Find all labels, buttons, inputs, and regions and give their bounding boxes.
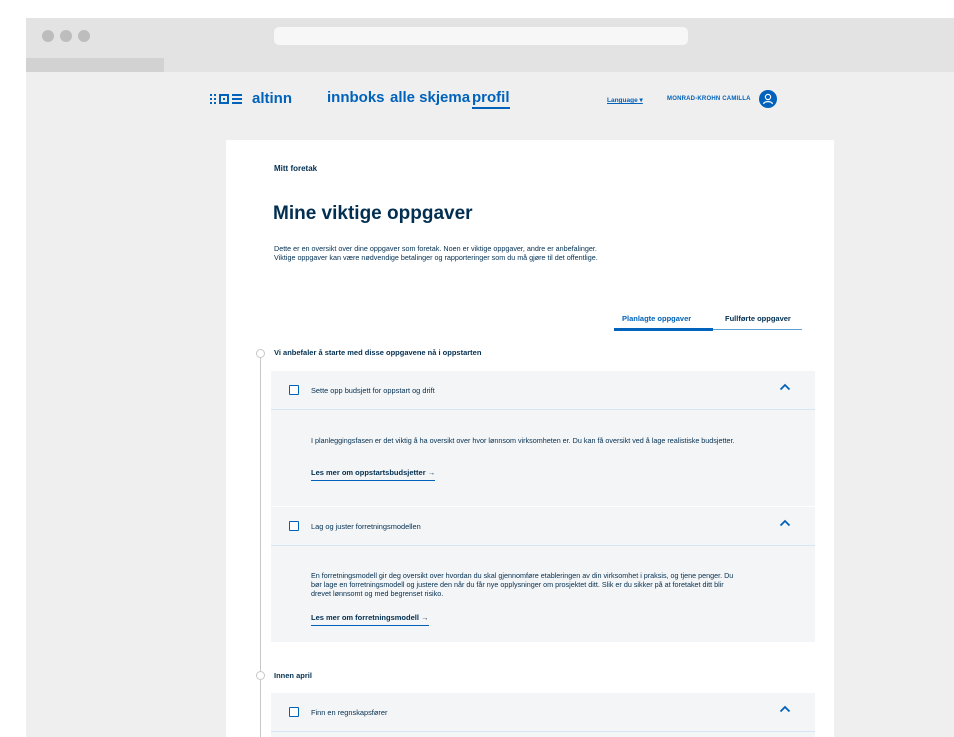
tab-active-indicator <box>614 328 713 331</box>
task-read-more-link[interactable]: Les mer om oppstartsbudsjetter → <box>311 468 436 481</box>
task-header[interactable]: Sette opp budsjett for oppstart og drift <box>271 371 815 410</box>
task-checkbox[interactable] <box>289 385 299 395</box>
task-item: Finn en regnskapsfører <box>271 693 815 737</box>
task-header[interactable]: Finn en regnskapsfører <box>271 693 815 732</box>
page-eyebrow: Mitt foretak <box>274 164 318 173</box>
task-checkbox[interactable] <box>289 521 299 531</box>
language-label: Language <box>607 97 638 104</box>
tab-planlagte[interactable]: Planlagte oppgaver <box>622 314 691 323</box>
user-icon <box>762 93 774 105</box>
tab-fullforte[interactable]: Fullførte oppgaver <box>725 314 791 323</box>
altinn-logo[interactable]: altinn <box>210 90 292 107</box>
altinn-logo-icon <box>210 93 242 104</box>
nav-link-alle-skjema[interactable]: alle skjema <box>390 89 470 106</box>
task-checkbox[interactable] <box>289 707 299 717</box>
page-title: Mine viktige oppgaver <box>273 203 473 224</box>
task-description: I planleggingsfasen er det viktig å ha o… <box>311 436 735 445</box>
main-card: Mitt foretak Mine viktige oppgaver Dette… <box>226 140 834 737</box>
window-minimize-dot[interactable] <box>60 30 72 42</box>
nav-link-profil[interactable]: profil <box>472 89 510 109</box>
task-tabs: Planlagte oppgaver Fullførte oppgaver <box>614 314 802 334</box>
task-title: Finn en regnskapsfører <box>311 708 388 717</box>
logo-text: altinn <box>252 90 292 107</box>
browser-tab[interactable] <box>26 58 164 72</box>
chevron-up-icon[interactable] <box>779 383 791 391</box>
task-description: En forretningsmodell gir deg oversikt ov… <box>311 571 734 598</box>
page-lead: Dette er en oversikt over dine oppgaver … <box>274 244 598 262</box>
task-read-more-link[interactable]: Les mer om forretningsmodell → <box>311 613 429 626</box>
browser-window: altinn innboks alle skjema profil Langua… <box>26 18 954 737</box>
timeline-dot <box>256 349 265 358</box>
chevron-up-icon[interactable] <box>779 705 791 713</box>
top-navigation: altinn innboks alle skjema profil Langua… <box>26 72 954 132</box>
language-selector[interactable]: Language ▾ <box>607 96 643 104</box>
address-bar[interactable] <box>274 27 688 45</box>
task-header[interactable]: Lag og juster forretningsmodellen <box>271 507 815 546</box>
task-title: Lag og juster forretningsmodellen <box>311 522 421 531</box>
group-title: Vi anbefaler å starte med disse oppgaven… <box>274 348 482 357</box>
window-close-dot[interactable] <box>42 30 54 42</box>
browser-tab-strip <box>26 58 954 72</box>
chevron-down-icon: ▾ <box>639 97 643 104</box>
task-title: Sette opp budsjett for oppstart og drift <box>311 386 435 395</box>
chevron-up-icon[interactable] <box>779 519 791 527</box>
user-name[interactable]: MONRAD-KROHN CAMILLA <box>667 96 751 102</box>
task-item: Sette opp budsjett for oppstart og drift… <box>271 371 815 506</box>
nav-link-innboks[interactable]: innboks <box>327 89 385 106</box>
group-title: Innen april <box>274 671 312 680</box>
task-item: Lag og juster forretningsmodellen En for… <box>271 507 815 642</box>
timeline-dot <box>256 671 265 680</box>
browser-titlebar <box>26 18 954 58</box>
avatar[interactable] <box>759 90 777 108</box>
window-maximize-dot[interactable] <box>78 30 90 42</box>
tab-divider <box>713 329 802 330</box>
